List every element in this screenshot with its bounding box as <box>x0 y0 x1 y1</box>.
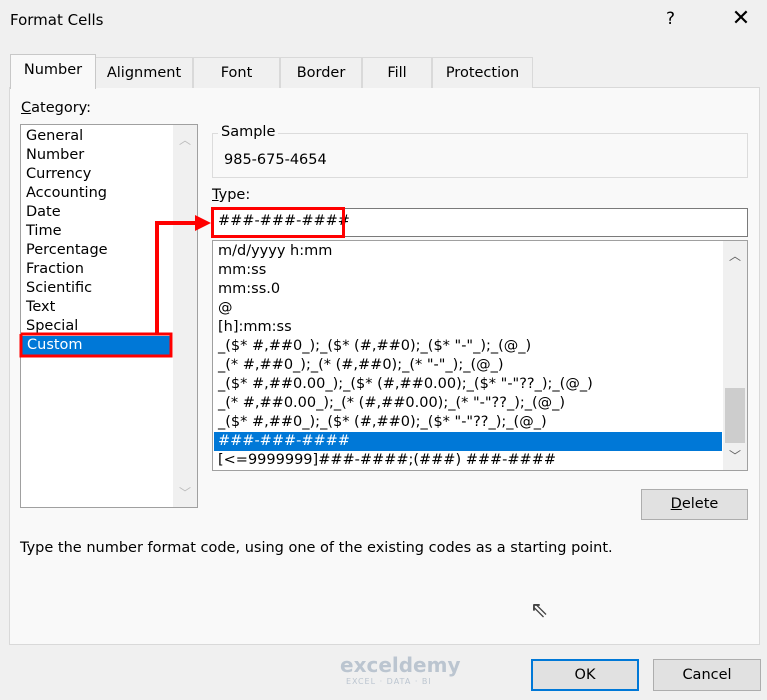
close-button[interactable]: ✕ <box>729 6 753 31</box>
sample-label: Sample <box>218 124 279 140</box>
cancel-button[interactable]: Cancel <box>653 659 761 691</box>
type-option[interactable]: ###-###-#### <box>214 432 722 451</box>
mouse-cursor-icon: ⇖ <box>530 598 549 623</box>
scroll-down-icon[interactable]: ﹀ <box>173 484 197 501</box>
type-option[interactable]: _($* #,##0_);_($* (#,##0);_($* "-"??_);_… <box>218 413 547 432</box>
category-item[interactable]: General <box>26 127 83 146</box>
type-scrollbar[interactable]: ︿ ﹀ <box>723 241 747 470</box>
scroll-down-icon[interactable]: ﹀ <box>723 447 747 464</box>
type-option[interactable]: mm:ss <box>218 261 266 280</box>
category-scrollbar[interactable]: ︿ ﹀ <box>173 125 197 507</box>
category-label: Category: <box>21 100 92 116</box>
category-item[interactable]: Fraction <box>26 260 84 279</box>
tab-font[interactable]: Font <box>193 57 280 88</box>
tab-number[interactable]: Number <box>10 54 96 89</box>
scroll-up-icon[interactable]: ︿ <box>173 131 197 148</box>
category-item[interactable]: Accounting <box>26 184 107 203</box>
category-item[interactable]: Time <box>26 222 62 241</box>
watermark-logo: exceldemy EXCEL · DATA · BI <box>340 653 461 686</box>
type-highlight-box <box>211 207 345 238</box>
category-item[interactable]: Number <box>26 146 84 165</box>
ok-button[interactable]: OK <box>531 659 639 691</box>
tab-alignment[interactable]: Alignment <box>95 57 193 88</box>
type-option[interactable]: @ <box>218 299 233 318</box>
delete-button[interactable]: Delete <box>641 489 748 520</box>
category-item[interactable]: Scientific <box>26 279 92 298</box>
category-list[interactable]: ︿ ﹀ General Number Currency Accounting Date T… <box>20 124 198 508</box>
category-item[interactable]: Date <box>26 203 61 222</box>
category-item[interactable]: Text <box>26 298 55 317</box>
type-option[interactable]: _($* #,##0_);_($* (#,##0);_($* "-"_);_(@… <box>218 337 531 356</box>
type-option[interactable]: _(* #,##0_);_(* (#,##0);_(* "-"_);_(@_) <box>218 356 504 375</box>
description-text: Type the number format code, using one o… <box>20 540 613 556</box>
scroll-thumb[interactable] <box>725 388 745 443</box>
category-item[interactable]: Custom <box>22 336 172 355</box>
type-option[interactable]: m/d/yyyy h:mm <box>218 242 332 261</box>
tab-protection[interactable]: Protection <box>432 57 533 88</box>
tab-border[interactable]: Border <box>280 57 362 88</box>
sample-value: 985-675-4654 <box>224 152 327 168</box>
scroll-up-icon[interactable]: ︿ <box>723 247 747 264</box>
dialog-title: Format Cells <box>10 11 104 29</box>
category-item[interactable]: Special <box>26 317 78 336</box>
type-list[interactable]: ︿ ﹀ m/d/yyyy h:mm mm:ss mm:ss.0 @ [h]:mm:ss _… <box>212 240 748 471</box>
help-button[interactable]: ? <box>666 9 675 29</box>
category-item[interactable]: Currency <box>26 165 91 184</box>
type-label: Type: <box>212 187 251 203</box>
type-option[interactable]: [h]:mm:ss <box>218 318 292 337</box>
tab-fill[interactable]: Fill <box>362 57 432 88</box>
category-item[interactable]: Percentage <box>26 241 108 260</box>
type-option[interactable]: _($* #,##0.00_);_($* (#,##0.00);_($* "-"… <box>218 375 593 394</box>
type-option[interactable]: mm:ss.0 <box>218 280 280 299</box>
type-option[interactable]: [<=9999999]###-####;(###) ###-#### <box>218 451 556 470</box>
type-option[interactable]: _(* #,##0.00_);_(* (#,##0.00);_(* "-"??_… <box>218 394 565 413</box>
